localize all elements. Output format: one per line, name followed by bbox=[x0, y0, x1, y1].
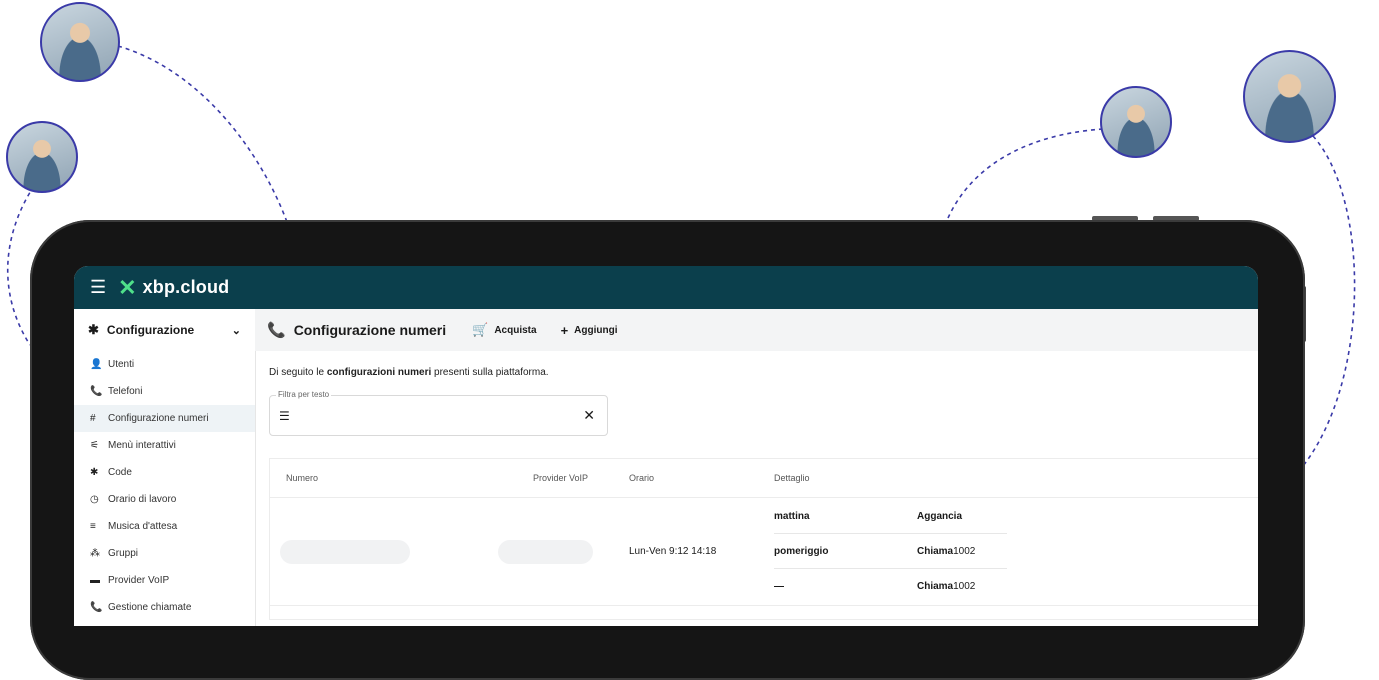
detail-action-target: 1002 bbox=[953, 545, 976, 557]
orario-cell: Lun-Ven 9:12 14:18 bbox=[629, 546, 717, 557]
sidebar-item-label: Utenti bbox=[108, 359, 135, 370]
sidebar-item-label: Menù interattivi bbox=[108, 440, 176, 451]
gear-icon: ✱ bbox=[90, 467, 99, 478]
detail-slot: mattina bbox=[774, 499, 917, 534]
intro-after: presenti sulla piattaforma. bbox=[431, 367, 549, 378]
phone-icon: 📞 bbox=[90, 602, 103, 613]
gear-icon: ✱ bbox=[88, 322, 99, 337]
phone-icon: 📞 bbox=[267, 322, 286, 339]
table-header: Numero Provider VoIP Orario Dettaglio bbox=[270, 459, 1258, 498]
detail-action-target: 1002 bbox=[953, 580, 976, 592]
sidebar-item-code[interactable]: ✱ Code bbox=[74, 459, 255, 486]
agent-avatar-2 bbox=[6, 121, 78, 193]
page-title: Configurazione numeri bbox=[293, 322, 447, 338]
sidebar: ✱ Configurazione ⌄ 👤 Utenti 📞 Telefoni # Conf… bbox=[74, 309, 256, 626]
top-bar: ☰ ✕ xbp.cloud bbox=[74, 266, 1258, 309]
header-orario[interactable]: Orario bbox=[629, 473, 654, 483]
detail-action-name: Aggancia bbox=[917, 510, 963, 522]
agent-avatar-1 bbox=[40, 2, 120, 82]
sidebar-item-label: Code bbox=[108, 467, 132, 478]
sidebar-item-utenti[interactable]: 👤 Utenti bbox=[74, 351, 255, 378]
logo-icon: ✕ bbox=[118, 274, 137, 300]
tree-icon: ⚟ bbox=[90, 440, 99, 451]
menu-icon[interactable]: ☰ bbox=[90, 277, 106, 298]
filter-icon: ☰ bbox=[279, 409, 290, 423]
cart-icon: 🛒 bbox=[472, 322, 489, 337]
header-provider[interactable]: Provider VoIP bbox=[533, 473, 588, 483]
detail-slot: pomeriggio bbox=[774, 534, 917, 569]
sidebar-item-provider-voip[interactable]: ▬ Provider VoIP bbox=[74, 567, 255, 594]
group-icon: ⁂ bbox=[90, 548, 100, 559]
sidebar-section-label: Configurazione bbox=[106, 323, 195, 337]
sidebar-item-configurazione-numeri[interactable]: # Configurazione numeri bbox=[74, 405, 255, 432]
clock-icon: ◷ bbox=[90, 494, 99, 505]
sidebar-item-telefoni[interactable]: 📞 Telefoni bbox=[74, 378, 255, 405]
clear-icon[interactable]: ✕ bbox=[583, 407, 595, 424]
number-placeholder bbox=[280, 540, 410, 564]
buy-button[interactable]: 🛒 Acquista bbox=[472, 322, 536, 338]
table-row[interactable]: Lun-Ven 9:12 14:18 mattina Aggancia pomeri… bbox=[270, 498, 1258, 606]
sidebar-item-gestione-chiamate[interactable]: 📞 Gestione chiamate bbox=[74, 594, 255, 621]
sidebar-item-musica-d-attesa[interactable]: ≡ Musica d'attesa bbox=[74, 513, 255, 540]
sidebar-item-orario-di-lavoro[interactable]: ◷ Orario di lavoro bbox=[74, 486, 255, 513]
add-button-label: Aggiungi bbox=[574, 324, 618, 336]
app-screen: ☰ ✕ xbp.cloud ✱ Configurazione ⌄ 👤 Utenti… bbox=[74, 266, 1258, 626]
intro-bold: configurazioni numeri bbox=[326, 367, 432, 378]
card-icon: ▬ bbox=[90, 575, 100, 586]
person-icon: 👤 bbox=[90, 359, 103, 370]
agent-avatar-3 bbox=[1100, 86, 1172, 158]
sidebar-item-label: Configurazione numeri bbox=[108, 413, 209, 424]
filter-label: Filtra per testo bbox=[276, 390, 332, 399]
sidebar-item-label: Gestione chiamate bbox=[108, 602, 192, 613]
brand-name: xbp.cloud bbox=[142, 277, 230, 297]
page-toolbar: 📞 Configurazione numeri 🛒 Acquista + Agg… bbox=[255, 309, 1258, 351]
main-content: 📞 Configurazione numeri 🛒 Acquista + Agg… bbox=[255, 309, 1258, 626]
sidebar-item-label: Gruppi bbox=[108, 548, 139, 559]
phone-icon: 📞 bbox=[90, 386, 103, 397]
sidebar-item-men-interattivi[interactable]: ⚟ Menù interattivi bbox=[74, 432, 255, 459]
header-numero[interactable]: Numero bbox=[286, 473, 318, 483]
add-button[interactable]: + Aggiungi bbox=[561, 323, 618, 338]
agent-avatar-4 bbox=[1243, 50, 1336, 143]
sidebar-item-label: Telefoni bbox=[108, 386, 143, 397]
detail-action: Chiama 1002 bbox=[917, 534, 1007, 569]
intro-text: Di seguito le configurazioni numeri pres… bbox=[269, 367, 549, 378]
provider-placeholder bbox=[498, 540, 593, 564]
filter-input[interactable]: Filtra per testo ☰ ✕ bbox=[269, 390, 608, 436]
sidebar-item-label: Provider VoIP bbox=[108, 575, 170, 586]
numbers-table: Numero Provider VoIP Orario Dettaglio Lu… bbox=[269, 458, 1258, 620]
sidebar-item-label: Musica d'attesa bbox=[108, 521, 178, 532]
plus-icon: + bbox=[560, 322, 569, 338]
header-dettaglio[interactable]: Dettaglio bbox=[774, 473, 810, 483]
buy-button-label: Acquista bbox=[494, 324, 537, 336]
chevron-down-icon: ⌄ bbox=[231, 324, 241, 337]
playlist-icon: ≡ bbox=[90, 521, 96, 532]
detail-slot: — bbox=[774, 580, 784, 592]
intro-before: Di seguito le bbox=[269, 367, 327, 378]
detail-action: Aggancia bbox=[917, 499, 1007, 534]
sidebar-item-label: Orario di lavoro bbox=[108, 494, 177, 505]
sidebar-section-configurazione[interactable]: ✱ Configurazione ⌄ bbox=[74, 309, 255, 351]
hash-icon: # bbox=[90, 413, 96, 424]
detail-action: Chiama 1002 bbox=[917, 569, 1007, 603]
sidebar-item-gruppi[interactable]: ⁂ Gruppi bbox=[74, 540, 255, 567]
detail-action-name: Chiama bbox=[917, 545, 954, 557]
detail-action-name: Chiama bbox=[917, 580, 954, 592]
